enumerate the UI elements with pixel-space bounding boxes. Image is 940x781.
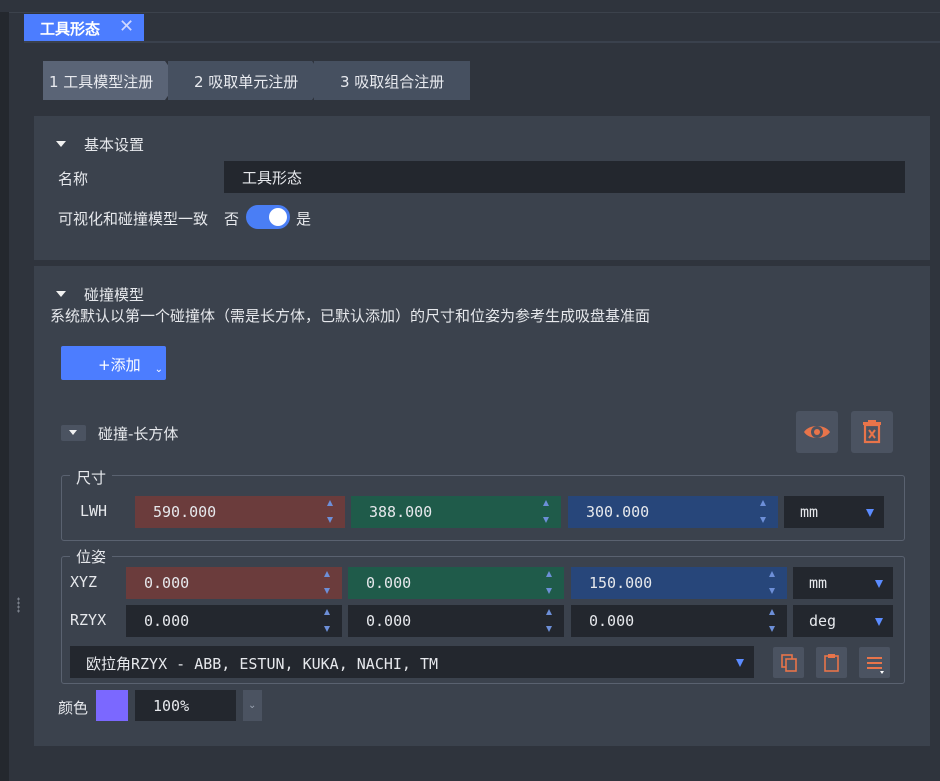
ry-field[interactable]: 0.000 bbox=[348, 605, 564, 637]
euler-convention-value: 欧拉角RZYX - ABB, ESTUN, KUKA, NACHI, TM bbox=[86, 655, 439, 673]
width-value: 388.000 bbox=[369, 503, 433, 521]
trash-icon bbox=[863, 420, 881, 444]
spin-arrows-icon[interactable] bbox=[769, 609, 777, 633]
size-legend: 尺寸 bbox=[70, 467, 113, 488]
rz-value: 0.000 bbox=[144, 612, 190, 630]
pose-legend: 位姿 bbox=[70, 546, 113, 567]
document-tab-label: 工具形态 bbox=[40, 20, 101, 38]
rx-field[interactable]: 0.000 bbox=[571, 605, 787, 637]
rzyx-unit-select[interactable]: deg bbox=[793, 605, 893, 637]
spin-arrows-icon[interactable] bbox=[760, 500, 768, 524]
step-suction-combo[interactable]: 3 吸取组合注册 bbox=[314, 61, 470, 100]
step-label: 3 吸取组合注册 bbox=[340, 73, 445, 91]
z-field[interactable]: 150.000 bbox=[571, 567, 787, 599]
x-field[interactable]: 0.000 bbox=[126, 567, 342, 599]
toggle-off-label: 否 bbox=[224, 210, 240, 228]
basic-settings-title: 基本设置 bbox=[84, 136, 145, 154]
xyz-unit-select[interactable]: mm bbox=[793, 567, 893, 599]
clipboard-icon bbox=[824, 654, 839, 672]
spin-arrows-icon[interactable] bbox=[546, 609, 554, 633]
menu-icon bbox=[867, 657, 884, 674]
spin-arrows-icon[interactable] bbox=[769, 571, 777, 595]
step-label: 2 吸取单元注册 bbox=[194, 73, 299, 91]
collapse-icon[interactable] bbox=[56, 291, 66, 297]
name-field-value: 工具形态 bbox=[242, 169, 303, 187]
collapse-icon[interactable] bbox=[56, 141, 66, 147]
opacity-field[interactable]: 100% bbox=[135, 690, 236, 721]
length-value: 590.000 bbox=[153, 503, 217, 521]
paste-button[interactable] bbox=[816, 647, 847, 678]
delete-button[interactable] bbox=[851, 411, 893, 453]
collision-description: 系统默认以第一个碰撞体（需是长方体，已默认添加）的尺寸和位姿为参考生成吸盘基准面 bbox=[50, 307, 651, 325]
collapse-icon bbox=[69, 430, 77, 435]
length-field[interactable]: 590.000 bbox=[135, 496, 345, 528]
eye-icon bbox=[804, 426, 830, 438]
color-swatch[interactable] bbox=[96, 690, 128, 721]
document-tab[interactable]: 工具形态 ✕ bbox=[24, 14, 144, 41]
size-unit-select[interactable]: mm bbox=[784, 496, 884, 528]
close-icon[interactable]: ✕ bbox=[119, 16, 134, 37]
x-value: 0.000 bbox=[144, 574, 190, 592]
toggle-knob bbox=[269, 208, 287, 226]
top-border bbox=[0, 12, 940, 13]
height-value: 300.000 bbox=[586, 503, 650, 521]
ry-value: 0.000 bbox=[366, 612, 412, 630]
rz-field[interactable]: 0.000 bbox=[126, 605, 342, 637]
size-unit-value: mm bbox=[800, 503, 819, 521]
collapse-body-button[interactable] bbox=[61, 425, 86, 441]
z-value: 150.000 bbox=[589, 574, 653, 592]
xyz-unit-value: mm bbox=[809, 574, 828, 592]
resize-grip[interactable] bbox=[17, 597, 20, 613]
width-field[interactable]: 388.000 bbox=[351, 496, 561, 528]
step-tool-model[interactable]: 1 工具模型注册 bbox=[43, 61, 179, 100]
visibility-button[interactable] bbox=[796, 411, 838, 453]
name-label: 名称 bbox=[58, 170, 89, 188]
y-value: 0.000 bbox=[366, 574, 412, 592]
chevron-down-icon bbox=[875, 580, 883, 588]
consistent-label: 可视化和碰撞模型一致 bbox=[58, 210, 209, 228]
dropdown-caret-icon: ⌄ bbox=[154, 364, 163, 375]
chevron-down-icon: ⌄ bbox=[248, 700, 257, 711]
opacity-dropdown[interactable]: ⌄ bbox=[243, 690, 262, 721]
toggle-on-label: 是 bbox=[296, 210, 312, 228]
consistent-toggle[interactable] bbox=[246, 205, 290, 229]
copy-icon bbox=[781, 654, 797, 672]
collision-body-title: 碰撞-长方体 bbox=[98, 425, 179, 443]
chevron-down-icon bbox=[875, 618, 883, 626]
step-suction-unit[interactable]: 2 吸取单元注册 bbox=[168, 61, 326, 100]
add-button-label: +添加 bbox=[98, 356, 141, 374]
lwh-label: LWH bbox=[80, 502, 108, 520]
y-field[interactable]: 0.000 bbox=[348, 567, 564, 599]
rzyx-unit-value: deg bbox=[809, 612, 837, 630]
add-collision-button[interactable]: +添加 ⌄ bbox=[61, 346, 166, 380]
spin-arrows-icon[interactable] bbox=[324, 571, 332, 595]
xyz-label: XYZ bbox=[70, 573, 98, 591]
rx-value: 0.000 bbox=[589, 612, 635, 630]
rzyx-label: RZYX bbox=[70, 611, 107, 629]
euler-convention-select[interactable]: 欧拉角RZYX - ABB, ESTUN, KUKA, NACHI, TM bbox=[70, 646, 754, 678]
copy-button[interactable] bbox=[773, 647, 804, 678]
opacity-value: 100% bbox=[153, 697, 190, 715]
collision-title: 碰撞模型 bbox=[84, 286, 145, 304]
left-dock-strip bbox=[0, 12, 9, 781]
color-label: 颜色 bbox=[58, 699, 89, 717]
chevron-down-icon bbox=[866, 509, 874, 517]
spin-arrows-icon[interactable] bbox=[327, 500, 335, 524]
spin-arrows-icon[interactable] bbox=[324, 609, 332, 633]
more-menu-button[interactable] bbox=[859, 647, 890, 678]
spin-arrows-icon[interactable] bbox=[546, 571, 554, 595]
chevron-down-icon bbox=[736, 659, 744, 667]
tab-bar-divider bbox=[24, 41, 940, 43]
height-field[interactable]: 300.000 bbox=[568, 496, 778, 528]
step-label: 1 工具模型注册 bbox=[49, 73, 154, 91]
name-field[interactable]: 工具形态 bbox=[224, 161, 905, 193]
spin-arrows-icon[interactable] bbox=[543, 500, 551, 524]
